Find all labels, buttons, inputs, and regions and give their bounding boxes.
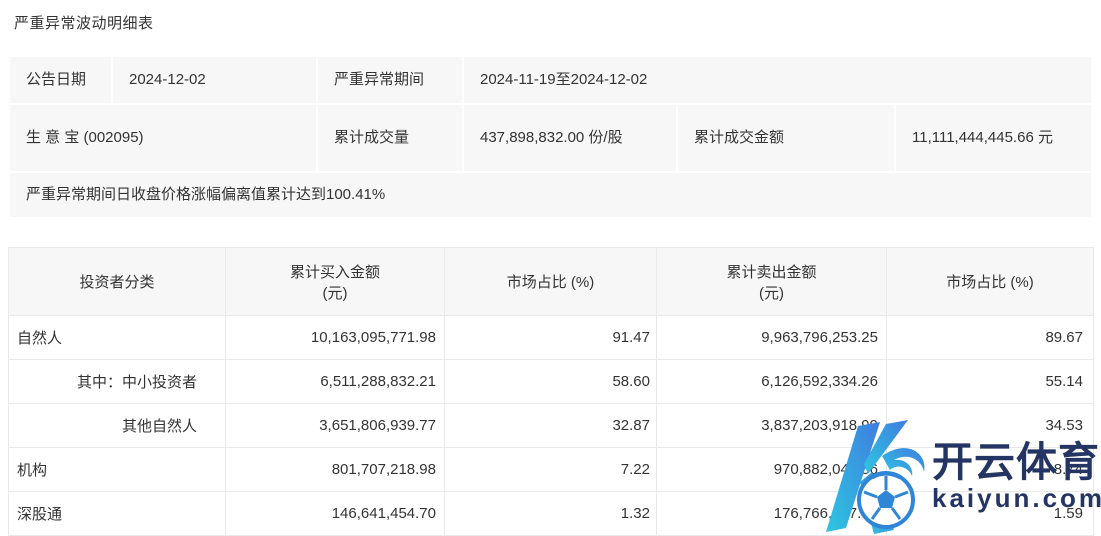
buy-amount: 3,651,806,939.77 [226,404,445,448]
header-label: 市场占比 (%) [946,274,1034,291]
amount-label: 累计成交金额 [678,105,894,171]
sell-percent: 1.59 [887,492,1094,536]
abnormal-period-label: 严重异常期间 [318,57,462,103]
buy-amount: 6,511,288,832.21 [226,360,445,404]
investor-table-header: 投资者分类 累计买入金额 (元) 市场占比 (%) 累计卖出金额 (元) 市场占… [9,248,1094,316]
summary-row-stock: 生 意 宝 (002095) 累计成交量 437,898,832.00 份/股 … [10,105,1091,171]
investor-row: 深股通146,641,454.701.32176,766,407.451.59 [9,492,1094,536]
volume-value: 437,898,832.00 份/股 [464,105,676,171]
sell-amount: 6,126,592,334.26 [657,360,887,404]
buy-percent: 58.60 [445,360,657,404]
investor-table: 投资者分类 累计买入金额 (元) 市场占比 (%) 累计卖出金额 (元) 市场占… [8,247,1094,536]
sell-percent: 34.53 [887,404,1094,448]
summary-row-dates: 公告日期 2024-12-02 严重异常期间 2024-11-19至2024-1… [10,57,1091,103]
buy-amount: 10,163,095,771.98 [226,316,445,360]
sell-amount: 9,963,796,253.25 [657,316,887,360]
investor-category: 机构 [9,448,226,492]
header-sub: (元) [661,282,882,303]
announce-date-label: 公告日期 [10,57,111,103]
sell-percent: 55.14 [887,360,1094,404]
header-label: 市场占比 (%) [507,274,595,291]
sell-amount: 176,766,407.45 [657,492,887,536]
abnormal-fluctuation-report: 严重异常波动明细表 公告日期 2024-12-02 严重异常期间 2024-11… [0,0,1101,536]
buy-amount: 801,707,218.98 [226,448,445,492]
abnormal-period-value: 2024-11-19至2024-12-02 [464,57,1091,103]
investor-row: 机构801,707,218.987.22970,882,044.568.74 [9,448,1094,492]
volume-label: 累计成交量 [318,105,462,171]
header-investor-category: 投资者分类 [9,248,226,316]
investor-table-body: 自然人10,163,095,771.9891.479,963,796,253.2… [9,316,1094,536]
summary-table: 公告日期 2024-12-02 严重异常期间 2024-11-19至2024-1… [8,55,1093,219]
buy-percent: 32.87 [445,404,657,448]
investor-category: 其他自然人 [9,404,226,448]
stock-name: 生 意 宝 (002095) [10,105,316,171]
buy-amount: 146,641,454.70 [226,492,445,536]
header-buy-percent: 市场占比 (%) [445,248,657,316]
amount-value: 11,111,444,445.66 元 [896,105,1091,171]
investor-category: 其中：中小投资者 [9,360,226,404]
investor-row: 自然人10,163,095,771.9891.479,963,796,253.2… [9,316,1094,360]
sell-amount: 970,882,044.56 [657,448,887,492]
header-sell-percent: 市场占比 (%) [887,248,1094,316]
header-buy-amount: 累计买入金额 (元) [226,248,445,316]
investor-row: 其他自然人3,651,806,939.7732.873,837,203,918.… [9,404,1094,448]
page-title: 严重异常波动明细表 [14,12,154,33]
header-sub: (元) [230,282,440,303]
investor-category: 自然人 [9,316,226,360]
sell-percent: 89.67 [887,316,1094,360]
buy-percent: 7.22 [445,448,657,492]
header-label: 累计卖出金额 [726,264,816,281]
investor-row: 其中：中小投资者6,511,288,832.2158.606,126,592,3… [9,360,1094,404]
sell-percent: 8.74 [887,448,1094,492]
buy-percent: 1.32 [445,492,657,536]
header-label: 累计买入金额 [290,264,380,281]
deviation-note: 严重异常期间日收盘价格涨幅偏离值累计达到100.41% [10,173,1091,217]
header-label: 投资者分类 [79,274,154,291]
announce-date-value: 2024-12-02 [113,57,316,103]
summary-row-note: 严重异常期间日收盘价格涨幅偏离值累计达到100.41% [10,173,1091,217]
buy-percent: 91.47 [445,316,657,360]
header-sell-amount: 累计卖出金额 (元) [657,248,887,316]
investor-category: 深股通 [9,492,226,536]
sell-amount: 3,837,203,918.99 [657,404,887,448]
